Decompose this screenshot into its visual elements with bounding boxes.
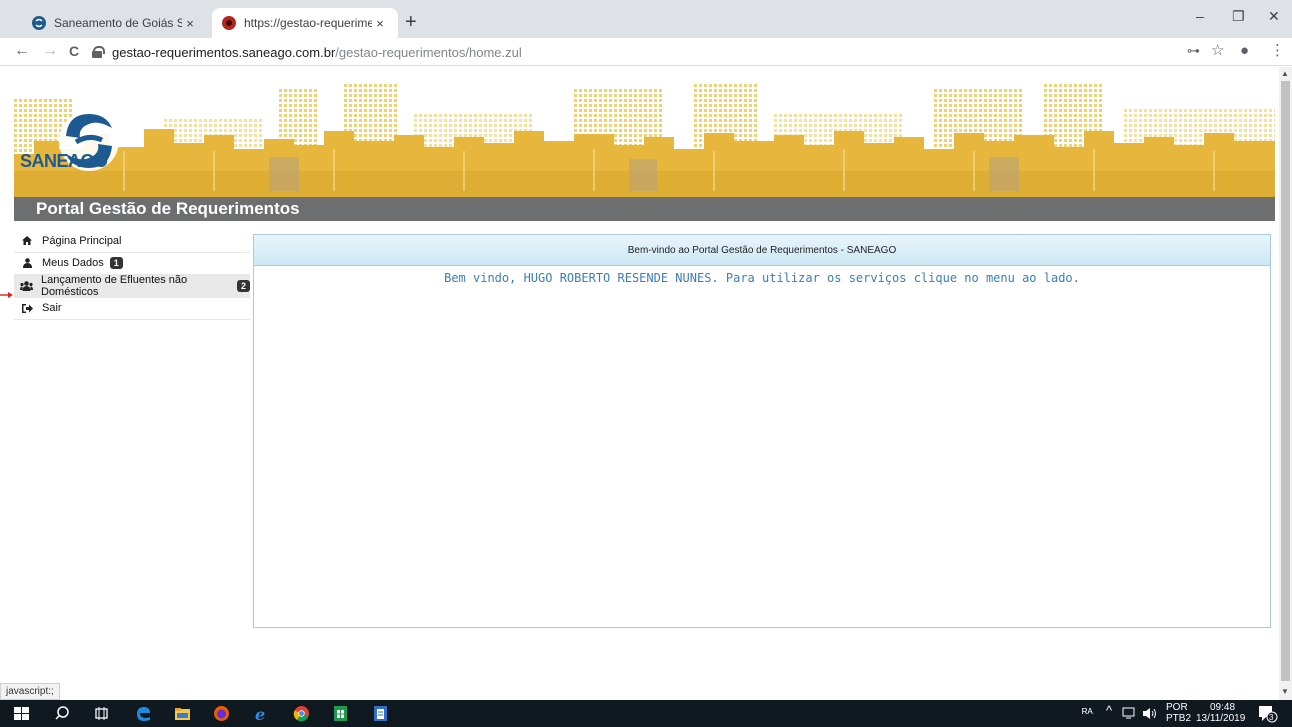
sidebar-item-pagina-principal[interactable]: Página Principal bbox=[14, 230, 250, 253]
city-skyline-illustration bbox=[14, 84, 1275, 197]
internet-explorer-icon[interactable]: e bbox=[253, 705, 270, 722]
windows-start-icon[interactable] bbox=[13, 705, 30, 722]
sign-out-icon bbox=[20, 302, 34, 314]
sidebar-item-label: Sair bbox=[42, 302, 62, 315]
restore-button[interactable]: ❐ bbox=[1232, 8, 1245, 25]
tray-expand-icon[interactable]: ^ bbox=[1106, 704, 1112, 717]
new-tab-button[interactable]: + bbox=[405, 12, 417, 32]
notifications-icon[interactable] bbox=[1258, 705, 1278, 723]
notification-badge: 2 bbox=[236, 279, 250, 292]
browser-tabstrip: Saneamento de Goiás S.A × https://gestao… bbox=[0, 0, 1292, 38]
bookmark-star-icon[interactable]: ☆ bbox=[1211, 43, 1224, 59]
tab-close-icon[interactable]: × bbox=[182, 16, 198, 31]
back-button[interactable]: ← bbox=[14, 42, 30, 60]
user-icon bbox=[20, 257, 34, 269]
browser-tab-gestao[interactable]: https://gestao-requerimentos.sa × bbox=[212, 8, 398, 38]
site-banner: SANEAGO bbox=[14, 79, 1275, 197]
chrome-icon[interactable] bbox=[293, 705, 310, 722]
saneago-favicon-icon bbox=[32, 16, 46, 30]
scroll-down-icon[interactable]: ▼ bbox=[1281, 687, 1289, 696]
tab-title: Saneamento de Goiás S.A bbox=[54, 16, 182, 30]
scroll-up-icon[interactable]: ▲ bbox=[1281, 69, 1289, 78]
firefox-icon[interactable] bbox=[213, 705, 230, 722]
volume-icon[interactable] bbox=[1142, 707, 1158, 720]
lock-icon bbox=[92, 46, 105, 58]
page-viewport: SANEAGO Portal Gestão de Requerimentos P… bbox=[0, 67, 1279, 700]
tab-close-icon[interactable]: × bbox=[372, 16, 388, 31]
network-icon[interactable] bbox=[1122, 707, 1138, 720]
sidebar-item-lancamento-efluentes[interactable]: Lançamento de Efluentes não Domésticos 2 bbox=[14, 273, 250, 298]
file-explorer-icon[interactable] bbox=[174, 705, 191, 722]
notification-count: 3 bbox=[1269, 713, 1274, 722]
users-icon bbox=[20, 280, 33, 292]
edge-browser-icon[interactable] bbox=[135, 705, 152, 722]
clock-date[interactable]: 13/11/2019 bbox=[1196, 714, 1245, 724]
close-window-button[interactable]: ✕ bbox=[1268, 8, 1280, 25]
scrollbar-thumb[interactable] bbox=[1281, 81, 1290, 681]
language-indicator[interactable]: POR bbox=[1166, 703, 1188, 713]
sidebar-item-label: Página Principal bbox=[42, 234, 122, 247]
url-path: /gestao-requerimentos/home.zul bbox=[335, 44, 522, 60]
svg-text:e: e bbox=[255, 705, 265, 722]
home-icon bbox=[20, 235, 34, 247]
link-status-bubble: javascript:; bbox=[0, 683, 60, 700]
forward-button[interactable]: → bbox=[42, 42, 58, 60]
url-domain: gestao-requerimentos.saneago.com.br bbox=[112, 44, 336, 60]
welcome-panel: Bem-vindo ao Portal Gestão de Requerimen… bbox=[253, 234, 1271, 628]
browser-menu-icon[interactable]: ⋮ bbox=[1270, 43, 1285, 59]
key-icon[interactable]: ⊶ bbox=[1187, 43, 1200, 59]
sidebar-menu: Página Principal Meus Dados 1 Lançamento… bbox=[14, 230, 250, 320]
sidebar-item-meus-dados[interactable]: Meus Dados 1 bbox=[14, 253, 250, 275]
clock-time[interactable]: 09:48 bbox=[1210, 703, 1235, 713]
spreadsheet-app-icon[interactable] bbox=[332, 705, 349, 722]
sidebar-item-sair[interactable]: Sair bbox=[14, 298, 250, 320]
people-icon[interactable]: ᴿᴬ bbox=[1082, 707, 1093, 719]
task-view-icon[interactable] bbox=[93, 705, 110, 722]
site-favicon-icon bbox=[222, 16, 236, 30]
browser-tab-saneamento[interactable]: Saneamento de Goiás S.A × bbox=[22, 8, 208, 38]
page-scrollbar[interactable]: ▲ ▼ bbox=[1279, 67, 1292, 700]
saneago-logo-text: SANEAGO bbox=[20, 151, 108, 171]
welcome-message: Bem vindo, HUGO ROBERTO RESENDE NUNES. P… bbox=[444, 271, 1080, 285]
browser-toolbar: ← → C gestao-requerimentos.saneago.com.b… bbox=[0, 38, 1292, 66]
profile-icon[interactable]: ● bbox=[1240, 43, 1249, 59]
address-bar[interactable]: gestao-requerimentos.saneago.com.br/gest… bbox=[92, 40, 1162, 64]
keyboard-layout[interactable]: PTB2 bbox=[1166, 714, 1191, 724]
portal-title-bar: Portal Gestão de Requerimentos bbox=[14, 197, 1275, 221]
windows-taskbar: e ᴿᴬ ^ POR PTB2 09:48 13/11/2019 3 bbox=[0, 700, 1292, 727]
sidebar-item-label: Lançamento de Efluentes não Domésticos bbox=[41, 273, 188, 298]
minimize-button[interactable]: – bbox=[1196, 8, 1204, 24]
document-app-icon[interactable] bbox=[372, 705, 389, 722]
red-pointer-arrow-icon bbox=[0, 292, 13, 298]
reload-button[interactable]: C bbox=[69, 42, 79, 60]
tab-title: https://gestao-requerimentos.sa bbox=[244, 16, 372, 30]
panel-header: Bem-vindo ao Portal Gestão de Requerimen… bbox=[254, 235, 1270, 266]
portal-title: Portal Gestão de Requerimentos bbox=[36, 199, 300, 218]
search-icon[interactable] bbox=[54, 705, 71, 722]
notification-badge: 1 bbox=[109, 257, 123, 270]
sidebar-item-label: Meus Dados bbox=[42, 257, 104, 270]
